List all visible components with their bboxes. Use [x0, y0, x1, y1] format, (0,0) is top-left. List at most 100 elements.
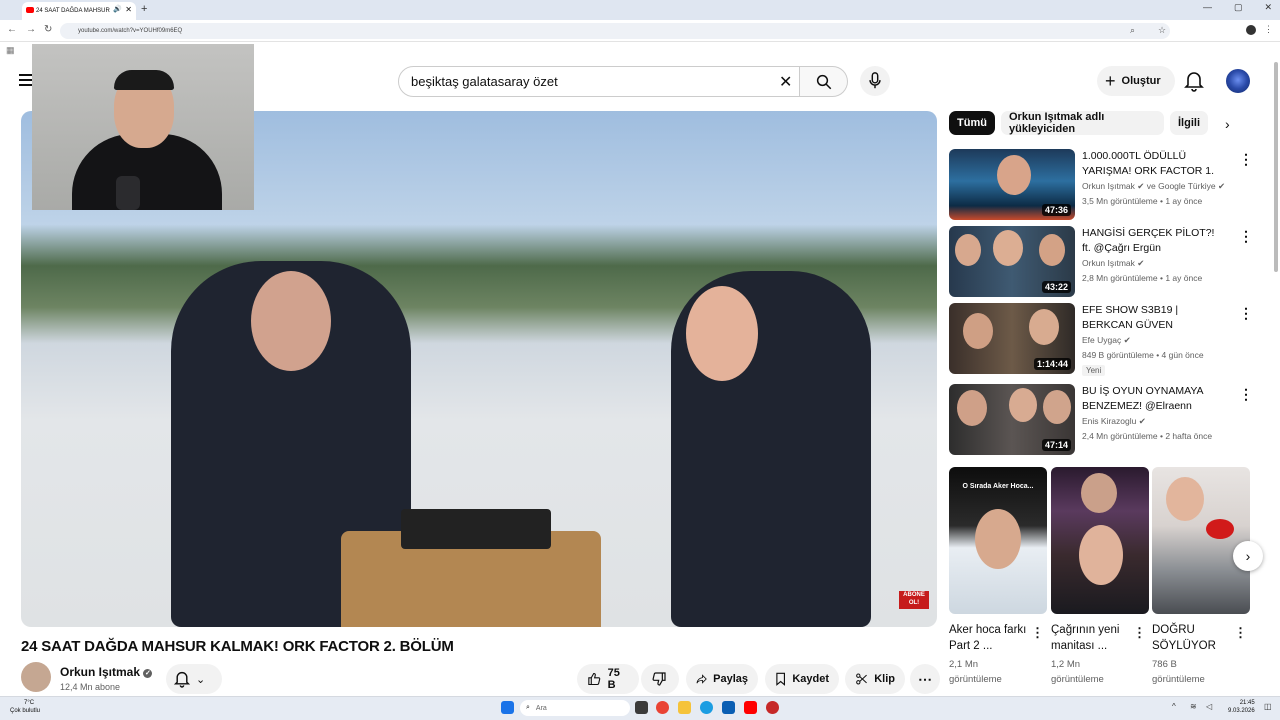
subscription-bell-button[interactable]: ⌄ [166, 664, 222, 694]
video-title[interactable]: EFE SHOW S3B19 | BERKCAN GÜVEN [1082, 303, 1222, 333]
video-thumbnail[interactable]: 47:14 [949, 384, 1075, 455]
audio-playing-icon[interactable]: 🔊 [113, 5, 122, 13]
store-icon[interactable] [722, 701, 735, 714]
save-button[interactable]: Kaydet [765, 664, 839, 694]
search-icon [816, 74, 831, 89]
verified-check-icon: ✓ [143, 669, 153, 678]
file-explorer-icon[interactable] [678, 701, 691, 714]
chip-all[interactable]: Tümü [949, 111, 995, 135]
new-tab-button[interactable]: + [141, 3, 147, 15]
video-thumbnail[interactable]: 47:36 [949, 149, 1075, 220]
bookmark-star-icon[interactable]: ☆ [1158, 25, 1166, 36]
short-title[interactable]: DOĞRU SÖYLÜYOR [1152, 622, 1230, 654]
clock-date: 9.03.2026 [1228, 708, 1255, 714]
more-actions-button[interactable]: ⋯ [910, 664, 940, 694]
window-close-icon[interactable]: ✕ [1264, 2, 1272, 13]
chip-related[interactable]: İlgili [1170, 111, 1208, 135]
more-vertical-icon[interactable]: ⋮ [1239, 151, 1253, 168]
page-scrollbar[interactable] [1274, 62, 1278, 272]
view-count: 3,5 Mn görüntüleme [1082, 196, 1158, 206]
clip-button[interactable]: Klip [845, 664, 905, 694]
video-meta: 2,4 Mn görüntüleme • 2 hafta önce [1082, 431, 1213, 441]
account-avatar[interactable] [1226, 69, 1250, 93]
video-channel[interactable]: Enis Kirazoglu ✔ [1082, 416, 1146, 427]
like-button[interactable]: 75 B [577, 664, 639, 694]
dislike-button[interactable] [641, 664, 679, 694]
more-vertical-icon[interactable]: ⋮ [1234, 625, 1247, 641]
more-vertical-icon[interactable]: ⋮ [1239, 305, 1253, 322]
create-button[interactable]: + Oluştur [1097, 66, 1175, 96]
browser-menu-icon[interactable]: ⋮ [1264, 24, 1273, 35]
recommended-video[interactable]: 47:36 1.000.000TL ÖDÜLLÜ YARIŞMA! ORK FA… [949, 149, 1253, 221]
bookmark-icon [776, 672, 785, 686]
search-input[interactable]: beşiktaş galatasaray özet [398, 66, 800, 97]
maximize-icon[interactable]: ▢ [1234, 2, 1243, 13]
profile-icon[interactable] [1246, 25, 1256, 35]
channel-avatar[interactable] [21, 662, 51, 692]
task-view-icon[interactable] [635, 701, 648, 714]
video-duration: 43:22 [1041, 281, 1071, 293]
more-vertical-icon[interactable]: ⋮ [1031, 625, 1044, 641]
microphone-icon [869, 72, 881, 89]
subscribe-overlay-badge[interactable]: ABONE OL! [899, 591, 929, 609]
video-channel[interactable]: Orkun Işıtmak ✔ [1082, 258, 1144, 269]
tab-close-icon[interactable]: ✕ [125, 5, 132, 14]
more-vertical-icon[interactable]: ⋮ [1239, 386, 1253, 403]
channel-name[interactable]: Orkun Işıtmak ✓ [60, 665, 153, 679]
tray-chevron-up-icon[interactable]: ^ [1172, 702, 1176, 711]
browser-tab[interactable]: 24 SAAT DAĞDA MAHSUR 🔊 ✕ [22, 2, 136, 20]
short-thumbnail[interactable] [1051, 467, 1149, 614]
clear-search-icon[interactable]: ✕ [779, 72, 792, 92]
short-title[interactable]: Çağrının yeni manitası ... [1051, 622, 1129, 654]
more-vertical-icon[interactable]: ⋮ [1239, 228, 1253, 245]
save-label: Kaydet [792, 673, 829, 685]
apps-grid-icon[interactable]: ▦ [6, 45, 15, 56]
short-title[interactable]: Aker hoca farkı Part 2 ... [949, 622, 1027, 654]
more-vertical-icon[interactable]: ⋮ [1133, 625, 1146, 641]
windows-start-icon[interactable] [501, 701, 514, 714]
back-icon[interactable]: ← [7, 24, 17, 35]
clock[interactable]: 21:45 9.03.2026 [1228, 699, 1255, 715]
minimize-icon[interactable]: — [1203, 2, 1212, 13]
video-channel[interactable]: Orkun Işıtmak ✔ ve Google Türkiye ✔ [1082, 181, 1225, 192]
search-button[interactable] [800, 66, 848, 97]
zoom-icon[interactable]: ⌕ [1130, 25, 1135, 36]
video-title[interactable]: 1.000.000TL ÖDÜLLÜ YARIŞMA! ORK FACTOR 1… [1082, 149, 1222, 179]
recommended-video[interactable]: 1:14:44 EFE SHOW S3B19 | BERKCAN GÜVEN E… [949, 303, 1253, 376]
share-button[interactable]: Paylaş [686, 664, 758, 694]
notifications-button[interactable] [1184, 70, 1204, 97]
video-thumbnail[interactable]: 43:22 [949, 226, 1075, 297]
chrome-icon[interactable] [656, 701, 669, 714]
short-thumbnail[interactable] [1152, 467, 1250, 614]
video-frame-head-right [686, 286, 758, 381]
reload-icon[interactable]: ↻ [44, 24, 52, 35]
chip-from-uploader[interactable]: Orkun Işıtmak adlı yükleyiciden [1001, 111, 1164, 135]
video-channel[interactable]: Efe Uygaç ✔ [1082, 335, 1131, 346]
url-field[interactable]: youtube.com/watch?v=YOUHf09m6EQ [60, 23, 1170, 39]
weather-widget[interactable]: 7°C Çok bulutlu [10, 699, 40, 715]
app-icon[interactable] [766, 701, 779, 714]
voice-search-button[interactable] [860, 66, 890, 96]
taskbar-search[interactable]: ⌕ Ara [520, 700, 630, 716]
notification-icon[interactable]: ◫ [1264, 702, 1272, 711]
video-title[interactable]: HANGİSİ GERÇEK PİLOT?! ft. @Çağrı Ergün [1082, 226, 1222, 256]
channel-name-text: Orkun Işıtmak [60, 665, 141, 679]
new-badge: Yeni [1082, 365, 1106, 376]
share-icon [696, 674, 707, 684]
video-title[interactable]: BU İŞ OYUN OYNAMAYA BENZEMEZ! @Elraenn Y… [1082, 384, 1222, 414]
video-thumbnail[interactable]: 1:14:44 [949, 303, 1075, 374]
recommended-video[interactable]: 43:22 HANGİSİ GERÇEK PİLOT?! ft. @Çağrı … [949, 226, 1253, 298]
wifi-icon[interactable]: ≋ [1190, 702, 1197, 711]
video-frame-box [401, 509, 551, 549]
video-title: 24 SAAT DAĞDA MAHSUR KALMAK! ORK FACTOR … [21, 638, 454, 655]
recommended-video[interactable]: 47:14 BU İŞ OYUN OYNAMAYA BENZEMEZ! @Elr… [949, 384, 1253, 456]
edge-icon[interactable] [700, 701, 713, 714]
upload-age: 2 hafta önce [1165, 431, 1213, 441]
youtube-app-icon[interactable] [744, 701, 757, 714]
short-thumbnail[interactable]: O Sırada Aker Hoca... [949, 467, 1047, 614]
chevron-right-icon[interactable]: › [1225, 116, 1230, 132]
view-count: 849 B görüntüleme [1082, 350, 1154, 360]
forward-icon[interactable]: → [26, 24, 36, 35]
shorts-next-button[interactable]: › [1233, 541, 1263, 571]
volume-icon[interactable]: ◁ [1206, 702, 1212, 711]
